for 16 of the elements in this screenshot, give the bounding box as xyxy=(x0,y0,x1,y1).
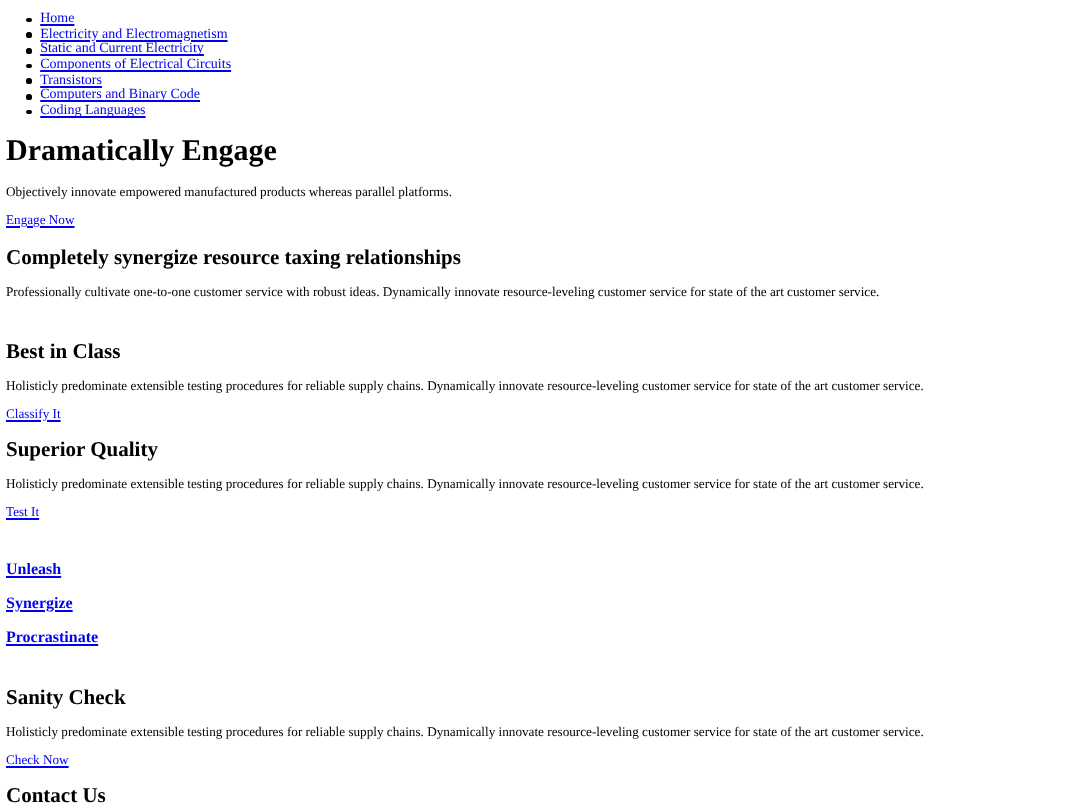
bullet-icon xyxy=(26,109,32,115)
action-link[interactable]: Unleash xyxy=(6,559,62,580)
bullet-icon xyxy=(26,63,32,69)
action-link[interactable]: Synergize xyxy=(6,593,73,614)
bullet-icon xyxy=(26,78,32,84)
section-heading: Contact Us xyxy=(6,785,106,810)
bullet-icon xyxy=(26,47,32,54)
action-link[interactable]: Procrastinate xyxy=(6,627,99,648)
section-heading: Sanity Check xyxy=(6,687,126,712)
section-heading: Best in Class xyxy=(6,341,121,366)
bullet-icon xyxy=(26,17,32,23)
page-title: Dramatically Engage xyxy=(6,133,277,170)
bullet-icon xyxy=(26,32,32,38)
section-heading: Superior Quality xyxy=(6,439,158,464)
section-heading: Completely synergize resource taxing relationships xyxy=(6,247,461,272)
bullet-icon xyxy=(26,93,32,100)
